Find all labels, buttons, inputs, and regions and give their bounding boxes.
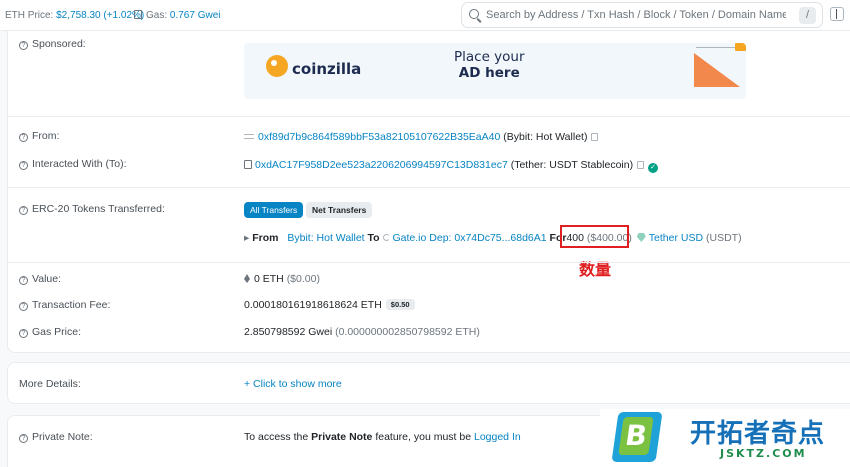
private-note-label: ? Private Note: xyxy=(19,431,93,443)
help-icon: ? xyxy=(19,276,28,285)
help-icon: ? xyxy=(19,41,28,50)
private-note-text: To access the Private Note feature, you … xyxy=(244,431,521,443)
fee-value: 0.000180161918618624 ETH $0.50 xyxy=(244,299,415,311)
from-address-link[interactable]: 0xf89d7b9c864f589bbF53a82105107622B35EaA… xyxy=(258,131,500,143)
amount-annotation: 数量 xyxy=(579,260,612,279)
interacted-value: 0xdAC17F958D2ee523a2206206994597C13D831e… xyxy=(244,159,659,173)
gas-price-amount: 2.850798592 Gwei xyxy=(244,326,333,338)
gas-pump-icon xyxy=(134,10,142,19)
show-more-link[interactable]: + Click to show more xyxy=(244,378,342,390)
more-details-card xyxy=(7,362,850,404)
private-note-text-before: To access the xyxy=(244,431,309,443)
tokens-label: ? ERC-20 Tokens Transferred: xyxy=(19,203,165,215)
transfer-from-link[interactable]: Bybit: Hot Wallet xyxy=(287,232,364,244)
ad-arrow-graphic xyxy=(694,53,740,87)
search-icon xyxy=(469,9,479,19)
eth-price-label: ETH Price: xyxy=(5,10,54,21)
gas-price-label: ? Gas Price: xyxy=(19,326,81,338)
contract-address-link[interactable]: 0xdAC17F958D2ee523a2206206994597C13D831e… xyxy=(255,159,508,171)
copy-icon[interactable] xyxy=(637,161,645,169)
private-note-text-after: feature, you must be xyxy=(375,431,472,443)
divider xyxy=(7,187,850,188)
gas-stat: Gas: 0.767 Gwei xyxy=(134,10,221,21)
from-label: ? From: xyxy=(19,130,59,142)
interacted-label: ? Interacted With (To): xyxy=(19,158,127,170)
gas-label: Gas: xyxy=(146,10,168,21)
divider xyxy=(7,116,850,117)
watermark: B 开拓者奇点 JSKTZ.COM xyxy=(600,409,850,467)
deposit-icon xyxy=(382,234,390,241)
search-input[interactable] xyxy=(486,7,786,23)
help-icon: ? xyxy=(19,133,28,142)
value-value: 0 ETH ($0.00) xyxy=(244,273,320,285)
top-bar: ETH Price: $2,758.30 (+1.02%) Gas: 0.767… xyxy=(0,0,850,31)
private-note-bold: Private Note xyxy=(311,431,373,443)
verified-check-icon: ✓ xyxy=(648,163,659,173)
tab-net-transfers[interactable]: Net Transfers xyxy=(306,202,373,218)
token-name-link[interactable]: Tether USD xyxy=(649,232,703,244)
eth-price-stat: ETH Price: $2,758.30 (+1.02%) xyxy=(5,10,144,21)
help-icon: ? xyxy=(19,161,28,170)
search-box[interactable]: / xyxy=(461,2,823,28)
fee-usd-badge: $0.50 xyxy=(385,299,415,310)
search-shortcut-key: / xyxy=(799,7,816,24)
login-link[interactable]: Logged In xyxy=(474,431,521,443)
tab-all-transfers[interactable]: All Transfers xyxy=(244,202,304,218)
help-icon: ? xyxy=(19,329,28,338)
gas-price-value: 2.850798592 Gwei (0.000000002850798592 E… xyxy=(244,326,480,338)
more-details-label: More Details: xyxy=(19,378,81,390)
from-tag: (Bybit: Hot Wallet) xyxy=(503,131,588,143)
ad-cta-line2: AD here xyxy=(458,65,520,81)
token-transfer-row: ▸ From Bybit: Hot Wallet To Gate.io Dep:… xyxy=(244,232,742,244)
ad-cta-line1: Place your xyxy=(454,49,525,65)
help-icon: ? xyxy=(19,206,28,215)
contract-icon xyxy=(244,160,252,169)
amount-highlight-box xyxy=(560,225,629,248)
fee-label: ? Transaction Fee: xyxy=(19,299,110,311)
value-amount: 0 ETH xyxy=(254,273,284,285)
ad-brand: coinzilla xyxy=(292,60,362,78)
wallet-icon xyxy=(244,134,254,139)
tether-token-icon xyxy=(636,233,646,242)
help-icon: ? xyxy=(19,302,28,311)
ad-cta: Place your AD here xyxy=(454,49,525,81)
fee-amount: 0.000180161918618624 ETH xyxy=(244,299,382,311)
help-icon: ? xyxy=(19,434,28,443)
coinzilla-logo-icon xyxy=(266,55,288,77)
divider xyxy=(7,262,850,263)
value-label: ? Value: xyxy=(19,273,61,285)
sponsored-ad-banner[interactable]: coinzilla Place your AD here xyxy=(244,43,746,99)
watermark-cn-text: 开拓者奇点 xyxy=(690,419,826,449)
watermark-en-text: JSKTZ.COM xyxy=(720,447,807,460)
ad-info-icon[interactable] xyxy=(735,43,746,51)
expand-arrow-icon[interactable]: ▸ xyxy=(244,232,249,244)
to-word: To xyxy=(367,232,380,244)
value-usd: ($0.00) xyxy=(286,273,320,285)
token-symbol: (USDT) xyxy=(705,232,742,244)
from-value: 0xf89d7b9c864f589bbF53a82105107622B35EaA… xyxy=(244,131,599,143)
contract-tag: (Tether: USDT Stablecoin) xyxy=(510,159,634,171)
ad-divider xyxy=(696,47,736,48)
copy-icon[interactable] xyxy=(591,133,599,141)
gas-price-eth: (0.000000002850798592 ETH) xyxy=(335,326,480,338)
watermark-logo-letter: B xyxy=(618,417,654,455)
eth-icon xyxy=(244,274,250,283)
eth-price-value[interactable]: $2,758.30 (+1.02%) xyxy=(56,10,144,21)
sponsored-label: ? Sponsored: xyxy=(19,38,86,50)
transfer-to-link[interactable]: Gate.io Dep: 0x74Dc75...68d6A1 xyxy=(393,232,547,244)
bookmark-icon[interactable] xyxy=(830,7,844,21)
gas-value[interactable]: 0.767 Gwei xyxy=(170,10,221,21)
from-word: From xyxy=(252,232,279,244)
